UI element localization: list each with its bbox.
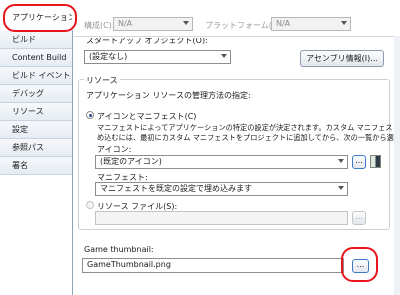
top-separator [74,36,400,37]
manifest-desc-line2: め込むには、最初にカスタム マニフェストをプロジェクトに追加してから、次の一覧か… [97,133,400,142]
chevron-down-icon [338,159,344,163]
scrollbar[interactable] [394,36,400,295]
icon-preview-icon [370,155,381,168]
chevron-down-icon [338,186,344,190]
chevron-down-icon [341,21,347,25]
tab-reference-paths[interactable]: 参照パス [0,139,72,157]
icon-manifest-label: アイコンとマニフェスト(C) [97,112,197,121]
icon-value: (既定のアイコン) [100,157,162,166]
platform-combo: N/A [271,17,351,31]
manifest-desc-line1: マニフェストによってアプリケーションの特定の設定が決定されます。カスタム マニフ… [97,123,400,132]
tab-resources[interactable]: リソース [0,103,72,121]
manifest-value: マニフェストを既定の設定で埋め込みます [100,184,252,193]
thumbnail-input[interactable]: GameThumbnail.png [82,258,344,273]
startup-object-dropdown[interactable]: (設定なし) [84,50,231,64]
highlight-thumbnail-browse [341,247,378,282]
nav-divider [72,30,73,295]
assembly-info-button[interactable]: アセンブリ情報(I)... [300,50,384,67]
highlight-application-tab [3,4,77,32]
startup-value: (設定なし) [89,52,128,61]
config-label: 構成(C): [84,21,115,30]
resource-file-input[interactable] [95,211,348,225]
tab-debug[interactable]: デバッグ [0,85,72,103]
config-combo: N/A [113,17,193,31]
icon-dropdown[interactable]: (既定のアイコン) [95,155,348,169]
project-properties-nav: アプリケーション ビルド Content Build ビルド イベント デバッグ… [0,0,72,295]
resource-file-browse-button[interactable]: ... [352,211,366,225]
tab-settings[interactable]: 設定 [0,121,72,139]
tab-content-build[interactable]: Content Build [0,49,72,67]
tab-signing[interactable]: 署名 [0,157,72,175]
thumbnail-value: GameThumbnail.png [87,260,171,269]
thumbnail-label: Game thumbnail: [84,245,154,254]
tab-build-events[interactable]: ビルド イベント [0,67,72,85]
manifest-dropdown[interactable]: マニフェストを既定の設定で埋め込みます [95,182,348,196]
icon-manifest-radio[interactable] [86,111,94,119]
resources-section-label: リソース [84,75,120,86]
config-value: N/A [118,19,133,28]
platform-value: N/A [276,19,291,28]
tab-build[interactable]: ビルド [0,31,72,49]
resources-description: アプリケーション リソースの管理方法の指定: [86,91,251,100]
chevron-down-icon [221,54,227,58]
icon-browse-button[interactable]: ... [352,155,366,169]
startup-label: スタートアップ オブジェクト(O): [86,38,208,45]
chevron-down-icon [183,21,189,25]
resource-file-radio[interactable] [86,201,94,209]
icon-label: アイコン: [97,145,132,154]
